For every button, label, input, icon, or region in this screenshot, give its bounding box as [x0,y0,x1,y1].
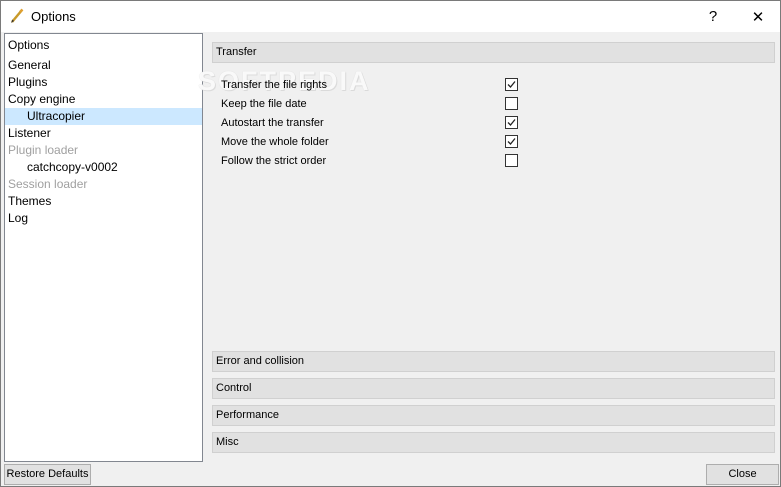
tree-item-plugin-loader[interactable]: Plugin loader [5,142,202,159]
options-window: Options ? ✕ Options General Plugins Copy… [0,0,781,487]
tree-item-general[interactable]: General [5,57,202,74]
window-close-button[interactable]: ✕ [736,1,780,32]
tree-item-session-loader[interactable]: Session loader [5,176,202,193]
autostart-transfer-checkbox[interactable] [505,116,518,129]
help-button[interactable]: ? [691,1,735,32]
tree-item-copy-engine[interactable]: Copy engine [5,91,202,108]
section-misc-header[interactable]: Misc [212,432,775,453]
tree-item-ultracopier[interactable]: Ultracopier [5,108,202,125]
tree-item-catchcopy[interactable]: catchcopy-v0002 [5,159,202,176]
tree-item-listener[interactable]: Listener [5,125,202,142]
window-title: Options [31,9,76,24]
tree-item-plugins[interactable]: Plugins [5,74,202,91]
follow-strict-order-checkbox[interactable] [505,154,518,167]
title-bar: Options ? ✕ [1,1,780,32]
tree-item-log[interactable]: Log [5,210,202,227]
pencil-icon [9,8,25,24]
section-transfer-header[interactable]: Transfer [212,42,775,63]
close-button[interactable]: Close [706,464,779,485]
options-tree[interactable]: Options General Plugins Copy engine Ultr… [4,33,203,462]
follow-strict-order-label: Follow the strict order [221,155,327,167]
tree-item-themes[interactable]: Themes [5,193,202,210]
transfer-file-rights-checkbox[interactable] [505,78,518,91]
autostart-transfer-label: Autostart the transfer [221,117,324,129]
section-performance-header[interactable]: Performance [212,405,775,426]
tree-item-options[interactable]: Options [5,37,202,54]
section-control-header[interactable]: Control [212,378,775,399]
move-whole-folder-checkbox[interactable] [505,135,518,148]
section-error-collision-header[interactable]: Error and collision [212,351,775,372]
help-icon: ? [708,8,718,25]
keep-file-date-label: Keep the file date [221,98,307,110]
transfer-file-rights-label: Transfer the file rights [221,79,327,91]
keep-file-date-checkbox[interactable] [505,97,518,110]
move-whole-folder-label: Move the whole folder [221,136,329,148]
restore-defaults-button[interactable]: Restore Defaults [4,464,91,485]
close-icon: ✕ [751,8,765,26]
